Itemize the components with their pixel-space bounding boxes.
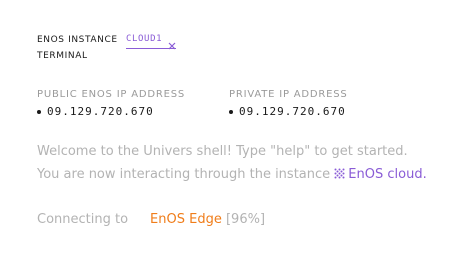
public-ip-value: 09.129.720.670 xyxy=(47,105,154,118)
instance-terminal-label: ENOS INSTANCE TERMINAL xyxy=(37,32,118,64)
instance-label-line1: ENOS INSTANCE xyxy=(37,35,118,45)
terminal-connecting-line: Connecting to EnOS Edge [96%] xyxy=(37,211,265,229)
edge-name: EnOS Edge xyxy=(150,212,222,227)
public-ip-value-row: 09.129.720.670 xyxy=(37,105,185,119)
bullet-dot-icon xyxy=(229,110,233,114)
public-ip-header: PUBLIC ENOS IP ADDRESS xyxy=(37,89,186,100)
instance-label-line2: TERMINAL xyxy=(37,51,88,61)
private-ip-block: PRIVATE IP ADDRESS 09.129.720.670 xyxy=(229,89,348,119)
private-ip-header: PRIVATE IP ADDRESS xyxy=(229,89,348,100)
connecting-label: Connecting to xyxy=(37,212,129,227)
interacting-suffix: . xyxy=(422,167,427,182)
interacting-prefix: You are now interacting through the inst… xyxy=(37,167,331,182)
connection-progress: [96%] xyxy=(225,212,266,227)
terminal-welcome-line: Welcome to the Univers shell! Type "help… xyxy=(37,144,408,159)
grid-dots-icon xyxy=(334,168,345,179)
close-icon[interactable] xyxy=(168,35,176,49)
terminal-interacting-line: You are now interacting through the inst… xyxy=(37,166,427,184)
enos-cloud-link[interactable]: EnOS cloud xyxy=(334,167,423,182)
cloud-name: EnOS cloud xyxy=(348,167,423,182)
tab-cloud1[interactable]: CLOUD1 xyxy=(126,30,177,49)
private-ip-value-row: 09.129.720.670 xyxy=(229,105,348,119)
private-ip-value: 09.129.720.670 xyxy=(239,105,346,118)
public-ip-block: PUBLIC ENOS IP ADDRESS 09.129.720.670 xyxy=(37,89,185,119)
bullet-dot-icon xyxy=(37,110,41,114)
tab-cloud1-label: CLOUD1 xyxy=(126,33,163,44)
